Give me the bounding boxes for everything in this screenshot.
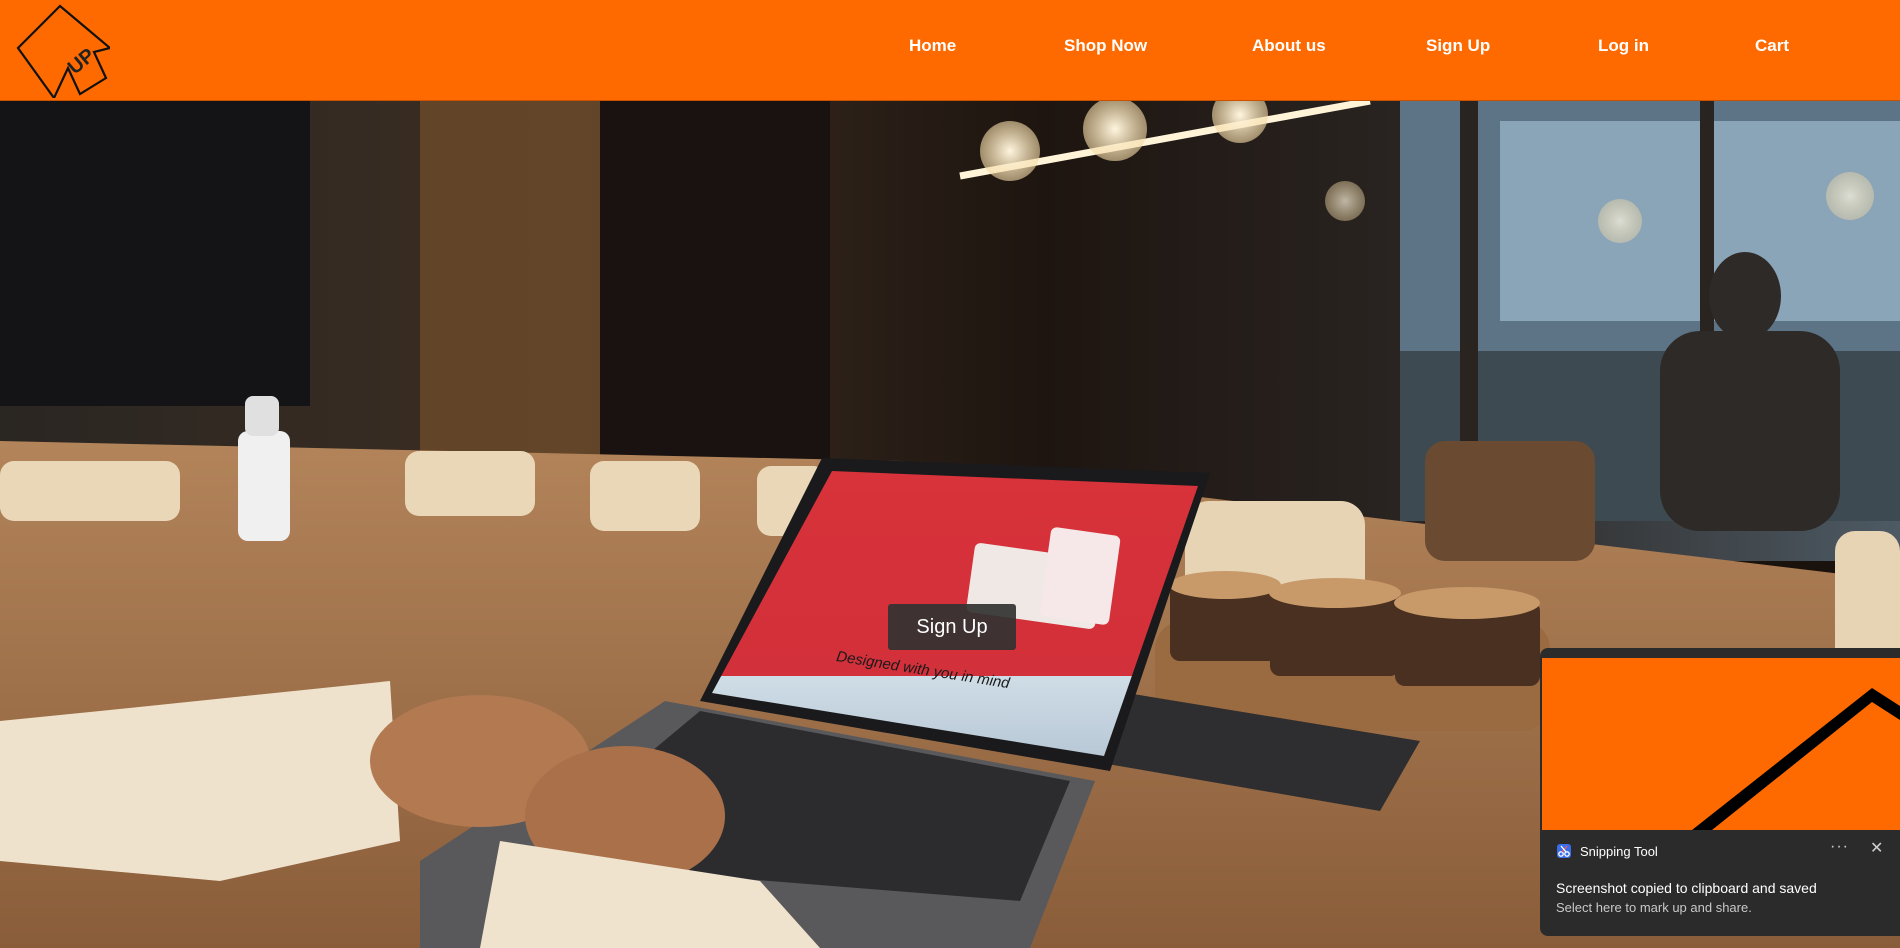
nav-cart[interactable]: Cart [1755,36,1789,56]
thumbnail-arrow-icon [1692,688,1900,830]
nav-shop-now[interactable]: Shop Now [1064,36,1147,56]
snip-preview[interactable] [1540,648,1900,830]
snipping-tool-notification[interactable]: Snipping Tool ··· ✕ Screenshot copied to… [1540,830,1900,936]
nav-home[interactable]: Home [909,36,956,56]
toast-app-name: Snipping Tool [1580,843,1658,859]
close-icon[interactable]: ✕ [1870,838,1883,858]
nav-sign-up[interactable]: Sign Up [1426,36,1490,56]
toast-body: Select here to mark up and share. [1556,900,1752,915]
page: UP Home Shop Now About us Sign Up Log in… [0,0,1900,948]
snip-thumbnail [1542,658,1900,830]
snipping-tool-icon [1557,844,1571,858]
nav-about-us[interactable]: About us [1252,36,1326,56]
navbar: UP Home Shop Now About us Sign Up Log in… [0,0,1900,101]
hero-sign-up-button[interactable]: Sign Up [888,604,1016,650]
more-icon[interactable]: ··· [1830,838,1849,856]
nav-log-in[interactable]: Log in [1598,36,1649,56]
toast-app-header: Snipping Tool [1556,843,1658,859]
toast-title: Screenshot copied to clipboard and saved [1556,880,1817,896]
nav-links: Home Shop Now About us Sign Up Log in Ca… [0,0,1900,100]
